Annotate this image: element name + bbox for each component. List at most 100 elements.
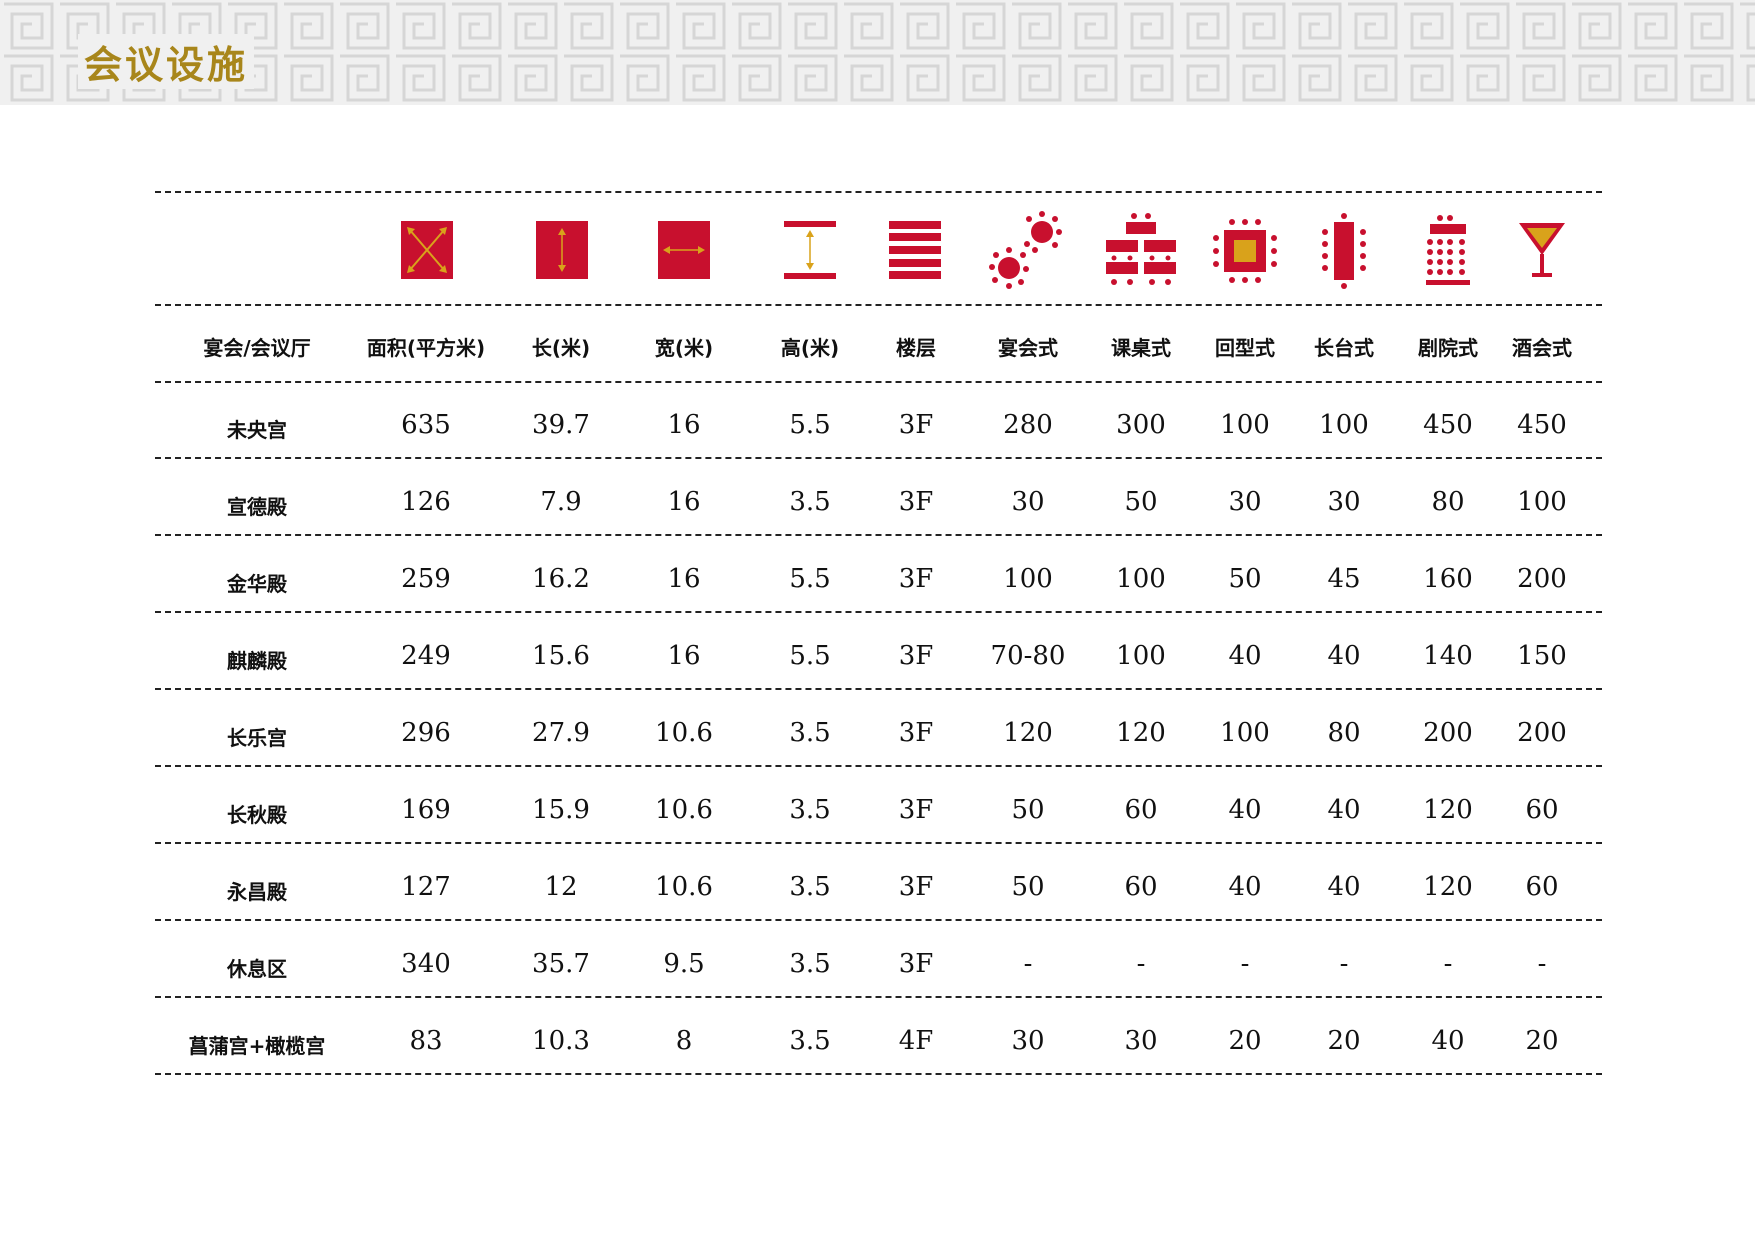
table-row-hall-name: 休息区	[227, 957, 287, 981]
table-cell: 60	[1525, 795, 1559, 825]
table-cell: 3F	[898, 487, 934, 517]
table-cell: -	[1537, 949, 1547, 979]
table-cell: 20	[1228, 1026, 1262, 1056]
table-cell: 3F	[898, 410, 934, 440]
banquet-icon	[987, 208, 1065, 292]
table-cell: 200	[1517, 718, 1567, 748]
table-cell: 160	[1423, 564, 1473, 594]
separator-row	[155, 611, 1602, 613]
table-cell: 50	[1228, 564, 1262, 594]
separator-top	[155, 191, 1602, 193]
table-cell: 10.3	[532, 1026, 590, 1056]
table-cell: 40	[1431, 1026, 1465, 1056]
table-cell: 3.5	[789, 949, 831, 979]
table-cell: 100	[1319, 410, 1369, 440]
boardroom-icon	[1320, 212, 1368, 290]
page-title: 会议设施	[78, 34, 255, 89]
table-cell: -	[1136, 949, 1146, 979]
table-cell: 40	[1327, 872, 1361, 902]
table-cell: 16	[667, 487, 701, 517]
table-row-hall-name: 菖蒲宫+橄榄宫	[188, 1034, 326, 1058]
table-cell: 120	[1116, 718, 1166, 748]
table-cell: 100	[1220, 410, 1270, 440]
table-cell: 100	[1116, 564, 1166, 594]
header-banner: 会议设施	[0, 0, 1755, 105]
table-cell: 3.5	[789, 1026, 831, 1056]
table-row-hall-name: 麒麟殿	[227, 649, 287, 673]
separator-header	[155, 381, 1602, 383]
table-row-hall-name: 长乐宫	[227, 726, 287, 750]
table-cell: 150	[1517, 641, 1567, 671]
table-cell: 40	[1228, 795, 1262, 825]
table-cell: 20	[1525, 1026, 1559, 1056]
table-cell: 39.7	[532, 410, 590, 440]
table-row-hall-name: 金华殿	[227, 572, 287, 596]
table-cell: 3.5	[789, 795, 831, 825]
table-cell: 16.2	[532, 564, 590, 594]
classroom-icon	[1104, 212, 1178, 290]
table-row-hall-name: 长秋殿	[227, 803, 287, 827]
table-cell: 4F	[898, 1026, 934, 1056]
table-cell: 10.6	[655, 872, 713, 902]
column-header-hall: 宴会/会议厅	[203, 336, 311, 360]
table-cell: 3F	[898, 949, 934, 979]
table-cell: 3F	[898, 872, 934, 902]
column-header-floor: 楼层	[896, 336, 936, 360]
table-cell: 200	[1517, 564, 1567, 594]
table-cell: 3.5	[789, 718, 831, 748]
table-cell: 5.5	[789, 564, 831, 594]
table-cell: 10.6	[655, 718, 713, 748]
table-row-hall-name: 永昌殿	[227, 880, 287, 904]
table-cell: 12	[544, 872, 578, 902]
table-cell: 30	[1327, 487, 1361, 517]
table-cell: 40	[1228, 641, 1262, 671]
table-cell: 16	[667, 410, 701, 440]
table-cell: 60	[1124, 872, 1158, 902]
separator-icons	[155, 304, 1602, 306]
table-cell: 100	[1517, 487, 1567, 517]
column-header-classroom: 课桌式	[1111, 336, 1171, 360]
table-cell: 5.5	[789, 410, 831, 440]
table-cell: 30	[1011, 1026, 1045, 1056]
table-cell: 635	[401, 410, 451, 440]
separator-row	[155, 919, 1602, 921]
width-icon	[656, 219, 712, 281]
table-cell: 40	[1327, 795, 1361, 825]
table-cell: 450	[1517, 410, 1567, 440]
table-cell: 100	[1220, 718, 1270, 748]
table-cell: 140	[1423, 641, 1473, 671]
column-header-height: 高(米)	[780, 336, 840, 360]
table-cell: 3F	[898, 564, 934, 594]
table-cell: 3.5	[789, 487, 831, 517]
table-cell: 80	[1431, 487, 1465, 517]
table-row-hall-name: 宣德殿	[227, 495, 287, 519]
table-cell: 9.5	[663, 949, 705, 979]
table-cell: 127	[401, 872, 451, 902]
separator-row	[155, 534, 1602, 536]
area-icon	[399, 219, 455, 281]
theater-icon	[1422, 214, 1474, 290]
table-cell: 100	[1003, 564, 1053, 594]
table-cell: -	[1443, 949, 1453, 979]
table-cell: 16	[667, 641, 701, 671]
table-cell: 16	[667, 564, 701, 594]
table-cell: 50	[1011, 872, 1045, 902]
table-cell: 120	[1423, 872, 1473, 902]
column-header-theater: 剧院式	[1418, 336, 1478, 360]
column-header-area: 面积(平方米)	[366, 336, 486, 360]
table-cell: 200	[1423, 718, 1473, 748]
table-cell: 3F	[898, 718, 934, 748]
table-cell: 450	[1423, 410, 1473, 440]
table-cell: 15.9	[532, 795, 590, 825]
u-shape-icon	[1212, 218, 1278, 284]
table-cell: 300	[1116, 410, 1166, 440]
table-cell: -	[1023, 949, 1033, 979]
table-cell: 7.9	[540, 487, 582, 517]
column-header-u-shape: 回型式	[1215, 336, 1275, 360]
separator-row	[155, 688, 1602, 690]
table-cell: 100	[1116, 641, 1166, 671]
table-cell: 35.7	[532, 949, 590, 979]
table-cell: 3F	[898, 641, 934, 671]
table-cell: 280	[1003, 410, 1053, 440]
table-cell: 120	[1423, 795, 1473, 825]
